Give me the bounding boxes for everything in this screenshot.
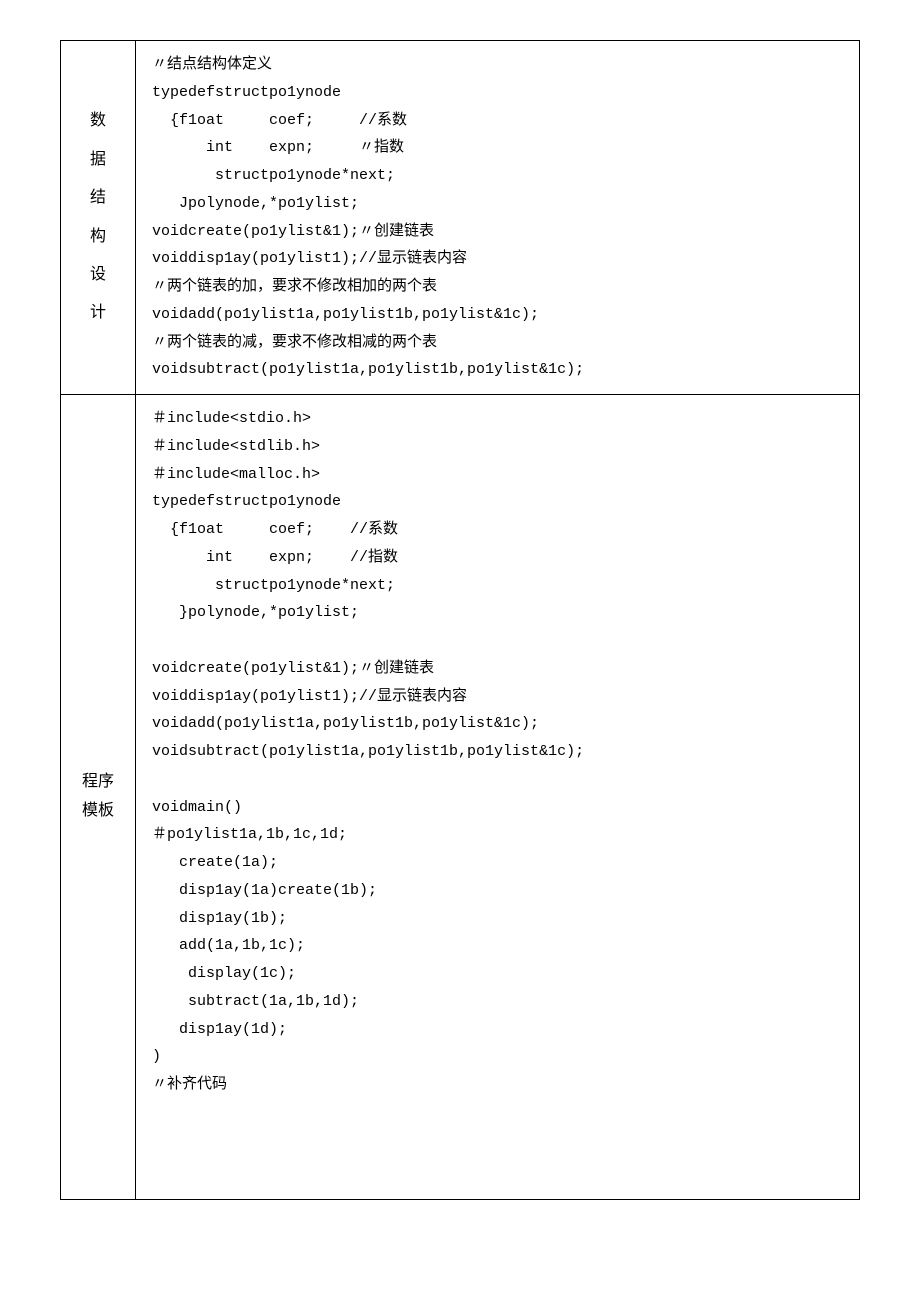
code-line: }polynode,*po1ylist;	[152, 604, 359, 621]
code-line: create(1a);	[152, 854, 278, 871]
label-char: 设	[73, 256, 123, 294]
table-row: 程序 模板 ＃include<stdio.h> ＃include<stdlib.…	[61, 395, 860, 1200]
code-line: ＃include<malloc.h>	[152, 466, 320, 483]
code-line: structpo1ynode*next;	[152, 577, 395, 594]
label-char: 程序	[73, 768, 123, 797]
code-line: voidcreate(po1ylist&1);〃创建链表	[152, 223, 434, 240]
code-line: int expn; 〃指数	[152, 139, 404, 156]
code-line: typedefstructpo1ynode	[152, 493, 341, 510]
label-char: 构	[73, 218, 123, 256]
table-row: 数 据 结 构 设 计 〃结点结构体定义 typedefstructpo1yno…	[61, 41, 860, 395]
code-line: 〃补齐代码	[152, 1076, 227, 1093]
code-line: ＃include<stdio.h>	[152, 410, 311, 427]
code-line: disp1ay(1b);	[152, 910, 287, 927]
code-line: typedefstructpo1ynode	[152, 84, 341, 101]
label-char: 结	[73, 179, 123, 217]
label-char: 数	[73, 102, 123, 140]
code-line: voidmain()	[152, 799, 242, 816]
row2-content-cell: ＃include<stdio.h> ＃include<stdlib.h> ＃in…	[136, 395, 860, 1200]
code-line: disp1ay(1d);	[152, 1021, 287, 1038]
label-char: 模板	[73, 797, 123, 826]
code-line: ＃po1ylist1a,1b,1c,1d;	[152, 826, 347, 843]
row1-label-cell: 数 据 结 构 设 计	[61, 41, 136, 395]
code-line: {f1oat coef; //系数	[152, 521, 398, 538]
code-line: 〃两个链表的加，要求不修改相加的两个表	[152, 278, 437, 295]
code-line: voidsubtract(po1ylist1a,po1ylist1b,po1yl…	[152, 361, 584, 378]
code-line: voiddisp1ay(po1ylist1);//显示链表内容	[152, 250, 467, 267]
row1-content-cell: 〃结点结构体定义 typedefstructpo1ynode {f1oat co…	[136, 41, 860, 395]
document-page: 数 据 结 构 设 计 〃结点结构体定义 typedefstructpo1yno…	[60, 40, 860, 1200]
code-line: )	[152, 1048, 161, 1065]
code-line: display(1c);	[152, 965, 296, 982]
content-table: 数 据 结 构 设 计 〃结点结构体定义 typedefstructpo1yno…	[60, 40, 860, 1200]
code-line: Jpolynode,*po1ylist;	[152, 195, 359, 212]
code-line: subtract(1a,1b,1d);	[152, 993, 359, 1010]
code-line: add(1a,1b,1c);	[152, 937, 305, 954]
code-line: voiddisp1ay(po1ylist1);//显示链表内容	[152, 688, 467, 705]
label-char: 计	[73, 294, 123, 332]
code-line: structpo1ynode*next;	[152, 167, 395, 184]
code-line: voidcreate(po1ylist&1);〃创建链表	[152, 660, 434, 677]
code-line: ＃include<stdlib.h>	[152, 438, 320, 455]
label-char: 据	[73, 141, 123, 179]
code-line: voidsubtract(po1ylist1a,po1ylist1b,po1yl…	[152, 743, 584, 760]
row2-label-cell: 程序 模板	[61, 395, 136, 1200]
code-line: int expn; //指数	[152, 549, 398, 566]
code-line: {f1oat coef; //系数	[152, 112, 407, 129]
code-line: 〃结点结构体定义	[152, 56, 272, 73]
bottom-spacer	[152, 1099, 843, 1189]
code-line: 〃两个链表的减，要求不修改相减的两个表	[152, 334, 437, 351]
code-line: voidadd(po1ylist1a,po1ylist1b,po1ylist&1…	[152, 306, 539, 323]
code-line: voidadd(po1ylist1a,po1ylist1b,po1ylist&1…	[152, 715, 539, 732]
code-line: disp1ay(1a)create(1b);	[152, 882, 377, 899]
